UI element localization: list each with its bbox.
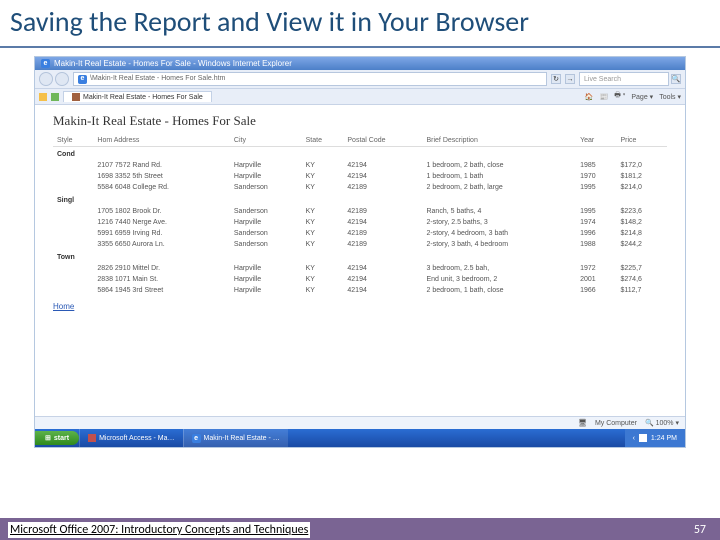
page-menu[interactable]: Page ▾ [631,91,653,102]
slide-footer-text: Microsoft Office 2007: Introductory Conc… [8,522,310,538]
home-button[interactable]: 🏠 [585,91,594,102]
address-bar[interactable]: e \Makin-It Real Estate - Homes For Sale… [73,72,547,86]
forward-button[interactable] [55,72,69,86]
browser-tab[interactable]: Makin-It Real Estate - Homes For Sale [63,91,212,102]
slide-page-number: 57 [694,523,706,537]
tab-favicon-icon [72,93,80,101]
title-underline [0,46,720,48]
search-input[interactable]: Live Search [579,72,669,86]
print-button[interactable]: 🖶 ▾ [614,91,625,102]
page-content: Makin-It Real Estate - Homes For Sale St… [35,105,685,416]
tray-icon [639,434,647,442]
browser-statusbar: 🖥 My Computer 🔍 100% ▾ [35,416,685,429]
browser-window: e Makin-It Real Estate - Homes For Sale … [34,56,686,448]
col-postal: Postal Code [343,135,422,147]
zoom-control[interactable]: 🔍 100% ▾ [645,419,679,427]
window-titlebar: e Makin-It Real Estate - Homes For Sale … [35,57,685,70]
feeds-button[interactable]: 📰 [600,91,609,102]
table-row: 5991 6959 Irving Rd.SandersonKY421892-st… [53,228,667,239]
table-row: 5584 6048 College Rd.SandersonKY421892 b… [53,182,667,193]
tray-expand-icon[interactable]: ‹ [633,435,635,442]
table-row: 1698 3352 5th StreetHarpvilleKY421941 be… [53,171,667,182]
group-row: Cond [53,147,667,161]
windows-icon: ⊞ [45,434,51,442]
start-button[interactable]: ⊞ start [35,431,79,445]
table-row: 2107 7572 Rand Rd.HarpvilleKY421941 bedr… [53,160,667,171]
access-icon [88,434,96,442]
back-button[interactable] [39,72,53,86]
home-link[interactable]: Home [53,302,74,311]
group-row: Singl [53,193,667,206]
ie-favicon-icon: e [78,75,87,84]
system-tray[interactable]: ‹ 1:24 PM [625,429,685,447]
col-desc: Brief Description [422,135,576,147]
favorites-icon[interactable] [39,93,47,101]
listings-table: Style Hom Address City State Postal Code… [53,135,667,296]
go-button[interactable]: → [565,74,575,84]
table-row: 1216 7440 Nerge Ave.HarpvilleKY421942-st… [53,217,667,228]
col-style: Style [53,135,93,147]
tab-toolbar: Makin-It Real Estate - Homes For Sale 🏠 … [35,89,685,105]
col-state: State [302,135,344,147]
add-favorite-icon[interactable] [51,93,59,101]
computer-icon: 🖥 [578,419,587,427]
window-title-text: Makin-It Real Estate - Homes For Sale - … [54,59,292,68]
search-button[interactable]: 🔍 [671,74,681,84]
start-label: start [54,435,69,442]
tools-menu[interactable]: Tools ▾ [659,91,681,102]
status-zone: My Computer [595,420,637,427]
clock: 1:24 PM [651,435,677,442]
col-city: City [230,135,302,147]
table-row: 5864 1945 3rd StreetHarpvilleKY421942 be… [53,285,667,296]
tab-label: Makin-It Real Estate - Homes For Sale [83,94,203,101]
windows-taskbar: ⊞ start Microsoft Access - Ma… e Makin-I… [35,429,685,447]
group-row: Town [53,250,667,263]
slide-title: Saving the Report and View it in Your Br… [0,0,720,42]
taskbar-item-access[interactable]: Microsoft Access - Ma… [79,429,182,447]
col-address: Hom Address [93,135,230,147]
taskbar-item-ie[interactable]: e Makin-It Real Estate - … [183,429,288,447]
page-heading: Makin-It Real Estate - Homes For Sale [53,113,667,129]
ie-task-icon: e [192,434,201,443]
address-text: \Makin-It Real Estate - Homes For Sale.h… [90,72,225,86]
table-header-row: Style Hom Address City State Postal Code… [53,135,667,147]
col-year: Year [576,135,616,147]
navigation-toolbar: e \Makin-It Real Estate - Homes For Sale… [35,70,685,89]
ie-icon: e [41,59,50,68]
refresh-button[interactable]: ↻ [551,74,561,84]
table-row: 3355 6650 Aurora Ln.SandersonKY421892-st… [53,239,667,250]
table-row: 2826 2910 Mittel Dr.HarpvilleKY421943 be… [53,263,667,274]
table-row: 2838 1071 Main St.HarpvilleKY42194End un… [53,274,667,285]
col-price: Price [617,135,668,147]
table-row: 1705 1802 Brook Dr.SandersonKY42189Ranch… [53,206,667,217]
